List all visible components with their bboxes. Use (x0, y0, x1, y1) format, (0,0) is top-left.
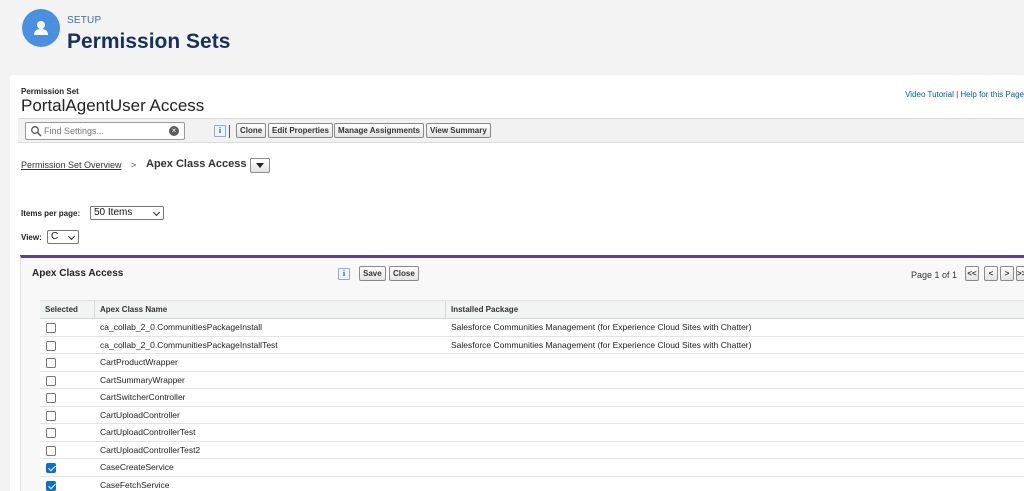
table-row: CartUploadController (40, 407, 1024, 424)
chevron-down-icon (256, 163, 264, 168)
row-select-checkbox[interactable] (46, 480, 56, 491)
apex-class-name-cell: CartProductWrapper (100, 357, 178, 367)
user-icon (22, 9, 60, 47)
video-tutorial-link[interactable]: Video Tutorial (905, 90, 954, 99)
apex-class-name-cell: ca_collab_2_0.CommunitiesPackageInstall (100, 322, 263, 332)
view-select[interactable]: C (47, 230, 79, 244)
row-select-checkbox[interactable] (46, 340, 56, 351)
table-row: CartUploadControllerTest (40, 424, 1024, 442)
row-select-checkbox[interactable] (46, 463, 56, 473)
table-row: CartSummaryWrapper (40, 372, 1024, 389)
view-value: C (51, 231, 59, 242)
row-select-checkbox[interactable] (46, 393, 56, 403)
apex-class-name-cell: CartUploadControllerTest2 (100, 444, 201, 455)
view-label: View: (21, 233, 42, 242)
search-icon (31, 126, 42, 137)
info-icon[interactable]: i (338, 268, 350, 280)
page-info: Page 1 of 1 (911, 270, 958, 280)
chevron-down-icon (152, 208, 161, 217)
help-links: Video Tutorial | Help for this Page (905, 90, 1024, 99)
column-header-apex-class-name[interactable]: Apex Class Name (94, 301, 445, 319)
content-card: Permission Set PortalAgentUser Access Vi… (10, 75, 1024, 491)
table-row: ca_collab_2_0.CommunitiesPackageInstallT… (40, 337, 1024, 354)
help-page-link[interactable]: Help for this Page (960, 90, 1024, 99)
edit-properties-button[interactable]: Edit Properties (268, 123, 333, 138)
previous-page-button[interactable]: < (984, 266, 998, 281)
installed-package-cell: Salesforce Communities Management (for E… (451, 339, 752, 350)
installed-package-cell: Salesforce Communities Management (for E… (451, 322, 752, 332)
apex-class-name-cell: CartUploadControllerTest (100, 427, 196, 437)
row-select-checkbox[interactable] (46, 375, 56, 386)
row-select-checkbox[interactable] (46, 428, 56, 438)
next-page-button[interactable]: > (1000, 266, 1014, 281)
list-title: Apex Class Access (32, 268, 124, 279)
record-type-label: Permission Set (21, 87, 79, 96)
row-select-checkbox[interactable] (46, 410, 56, 421)
table-row: CartSwitcherController (40, 389, 1024, 407)
chevron-down-icon (67, 232, 76, 241)
table-row: ca_collab_2_0.CommunitiesPackageInstall S… (40, 319, 1024, 337)
items-per-page-label: Items per page: (21, 209, 81, 218)
page-title: Permission Sets (67, 30, 231, 53)
toolbar-divider (229, 125, 230, 138)
first-page-button[interactable]: << (965, 266, 979, 281)
table-row: CartUploadControllerTest2 (40, 442, 1024, 459)
apex-class-table: Selected Apex Class Name Installed Packa… (40, 300, 1024, 491)
column-header-installed-package[interactable]: Installed Package (445, 301, 1024, 319)
items-per-page-value: 50 Items (94, 207, 133, 218)
manage-assignments-button[interactable]: Manage Assignments (334, 123, 424, 138)
row-select-checkbox[interactable] (46, 445, 56, 456)
setup-header: SETUP Permission Sets (0, 0, 1024, 72)
help-separator: | (956, 90, 959, 99)
row-select-checkbox[interactable] (46, 323, 56, 333)
items-per-page-select[interactable]: 50 Items (90, 206, 164, 220)
breadcrumb-current: Apex Class Access (146, 158, 247, 170)
breadcrumb-separator: > (131, 160, 137, 170)
setup-kicker: SETUP (67, 15, 102, 26)
apex-class-name-cell: CartSummaryWrapper (100, 374, 185, 385)
apex-class-access-list: Apex Class Access i Save Close Page 1 of… (20, 255, 1024, 491)
close-button[interactable]: Close (389, 266, 419, 281)
view-summary-button[interactable]: View Summary (426, 123, 491, 138)
apex-class-name-cell: ca_collab_2_0.CommunitiesPackageInstallT… (100, 339, 278, 350)
clone-button[interactable]: Clone (236, 123, 267, 138)
apex-class-name-cell: CaseCreateService (100, 462, 174, 472)
record-title: PortalAgentUser Access (21, 96, 205, 115)
save-button[interactable]: Save (359, 266, 386, 281)
toolbar: × i Clone Edit Properties Manage Assignm… (18, 118, 1024, 143)
section-menu-button[interactable] (250, 158, 270, 173)
search-input[interactable] (44, 124, 162, 138)
apex-class-name-cell: CartSwitcherController (100, 392, 186, 402)
table-header: Selected Apex Class Name Installed Packa… (40, 301, 1024, 319)
breadcrumb-parent-link[interactable]: Permission Set Overview (21, 160, 122, 170)
table-row: CaseCreateService (40, 459, 1024, 477)
table-row: CartProductWrapper (40, 354, 1024, 372)
info-icon[interactable]: i (214, 125, 226, 137)
clear-search-icon[interactable]: × (169, 126, 179, 136)
table-row: CaseFetchService (40, 477, 1024, 491)
column-header-selected[interactable]: Selected (40, 301, 94, 319)
search-box[interactable]: × (25, 122, 185, 140)
row-select-checkbox[interactable] (46, 358, 56, 368)
table-body: ca_collab_2_0.CommunitiesPackageInstall S… (40, 319, 1024, 491)
apex-class-name-cell: CartUploadController (100, 409, 180, 420)
apex-class-name-cell: CaseFetchService (100, 479, 170, 490)
last-page-button[interactable]: >> (1016, 266, 1024, 281)
